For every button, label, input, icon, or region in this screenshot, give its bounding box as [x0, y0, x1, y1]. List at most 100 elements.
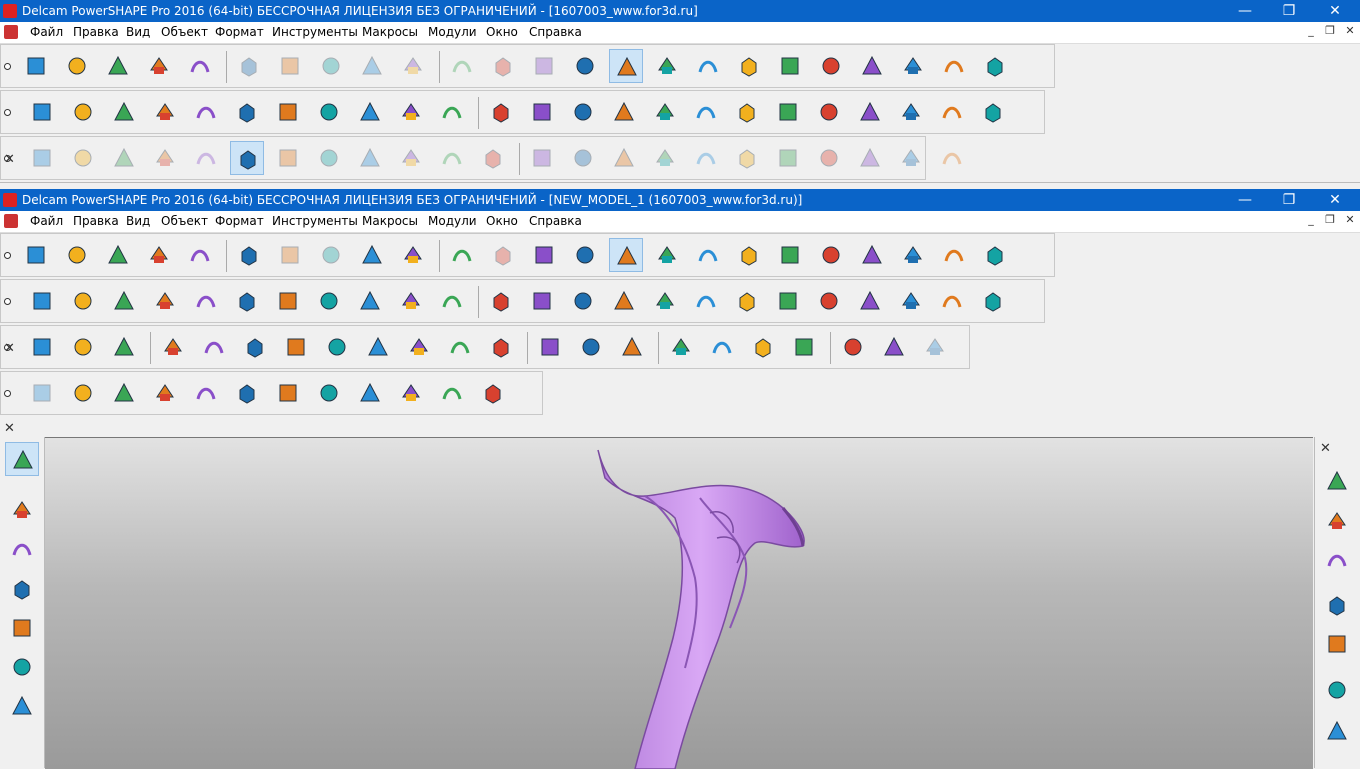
arrow-solid-button[interactable] — [533, 330, 567, 364]
arrow-red-button[interactable] — [574, 330, 608, 364]
curve-15-button[interactable] — [648, 141, 682, 175]
menu-macros[interactable]: Макросы — [362, 214, 418, 228]
stripes-button[interactable] — [648, 95, 682, 129]
move-button[interactable] — [230, 95, 264, 129]
cut-button[interactable] — [232, 49, 266, 83]
workplane-button[interactable] — [568, 49, 602, 83]
select-arrow-button[interactable] — [5, 442, 39, 476]
arc-button[interactable] — [732, 49, 766, 83]
edit-pencil-button[interactable] — [527, 238, 561, 272]
plane-button[interactable] — [5, 611, 39, 645]
slice-button[interactable] — [361, 330, 395, 364]
rotate-solid-button[interactable] — [148, 376, 182, 410]
mdi-restore-button[interactable]: ❐ — [1321, 213, 1339, 229]
fillet-button[interactable] — [443, 330, 477, 364]
select-box-button[interactable] — [25, 330, 59, 364]
edit-pencil-button[interactable] — [527, 49, 561, 83]
box-button[interactable] — [394, 284, 428, 318]
stack-button[interactable] — [812, 95, 846, 129]
warning-button[interactable] — [25, 284, 59, 318]
stairs-button[interactable] — [320, 330, 354, 364]
curve-19-button[interactable] — [812, 141, 846, 175]
crosshair-button[interactable] — [5, 689, 39, 723]
edit-face-button[interactable] — [705, 330, 739, 364]
box-button[interactable] — [394, 95, 428, 129]
stack-button[interactable] — [812, 284, 846, 318]
cone-button[interactable] — [484, 330, 518, 364]
mdi-restore-button[interactable]: ❐ — [1321, 24, 1339, 40]
extrude-button[interactable] — [197, 330, 231, 364]
paint-button[interactable] — [66, 95, 100, 129]
toolbar-grip[interactable] — [4, 53, 11, 79]
menu-window[interactable]: Окно — [486, 214, 518, 228]
connect-button[interactable] — [148, 95, 182, 129]
cubes-button[interactable] — [312, 284, 346, 318]
shading-button[interactable] — [607, 284, 641, 318]
wave-button[interactable] — [353, 376, 387, 410]
transform-button[interactable] — [189, 284, 223, 318]
maximize-button[interactable]: ❐ — [1266, 0, 1312, 22]
cut-button[interactable] — [232, 238, 266, 272]
merge-button[interactable] — [279, 330, 313, 364]
connect-button[interactable] — [148, 284, 182, 318]
document-icon[interactable] — [4, 214, 18, 228]
teal-tri-button[interactable] — [771, 284, 805, 318]
pyramid-button[interactable] — [156, 330, 190, 364]
curve-14-button[interactable] — [607, 141, 641, 175]
undo-button[interactable] — [445, 238, 479, 272]
curve-9-button[interactable] — [394, 141, 428, 175]
menu-modules[interactable]: Модули — [428, 25, 477, 39]
rainbow-button[interactable] — [976, 95, 1010, 129]
delete-button[interactable] — [396, 49, 430, 83]
app-icon[interactable] — [3, 193, 17, 207]
menu-file[interactable]: Файл — [30, 25, 63, 39]
mdi-minimize-button[interactable]: _ — [1302, 213, 1320, 229]
import-solid-button[interactable] — [107, 376, 141, 410]
erase-button[interactable] — [355, 49, 389, 83]
menu-help[interactable]: Справка — [529, 25, 582, 39]
paste-button[interactable] — [314, 49, 348, 83]
curve-2-button[interactable] — [107, 141, 141, 175]
copy-button[interactable] — [273, 238, 307, 272]
graphics-viewport[interactable] — [45, 437, 1313, 769]
toolbar-grip[interactable] — [4, 242, 11, 268]
new-file-button[interactable] — [19, 49, 53, 83]
save-button[interactable] — [142, 238, 176, 272]
menu-tools[interactable]: Инструменты — [272, 25, 358, 39]
surface-button[interactable] — [814, 238, 848, 272]
open-folder-button[interactable] — [60, 238, 94, 272]
cubes-button[interactable] — [312, 95, 346, 129]
menu-tools[interactable]: Инструменты — [272, 214, 358, 228]
z-button[interactable] — [787, 330, 821, 364]
red-green-button[interactable] — [689, 284, 723, 318]
curve-4-button[interactable] — [189, 141, 223, 175]
workplane-multi-button[interactable] — [5, 532, 39, 566]
star-button[interactable] — [877, 330, 911, 364]
close-button[interactable]: ✕ — [1312, 189, 1358, 211]
red-green-button[interactable] — [689, 95, 723, 129]
curve-20-button[interactable] — [853, 141, 887, 175]
shaded-cube-button[interactable] — [1320, 588, 1354, 622]
surface-button[interactable] — [814, 49, 848, 83]
paste-button[interactable] — [314, 238, 348, 272]
line-button[interactable] — [650, 238, 684, 272]
copy-button[interactable] — [273, 49, 307, 83]
zoom-history-button[interactable] — [1320, 714, 1354, 748]
workplane-axis-button[interactable] — [5, 493, 39, 527]
menu-view[interactable]: Вид — [126, 25, 150, 39]
colour-button[interactable] — [566, 95, 600, 129]
info-button[interactable] — [525, 284, 559, 318]
rotate-button[interactable] — [271, 95, 305, 129]
mdi-minimize-button[interactable]: _ — [1302, 24, 1320, 40]
curve-7-button[interactable] — [312, 141, 346, 175]
calculator-button[interactable] — [484, 284, 518, 318]
menu-edit[interactable]: Правка — [73, 25, 119, 39]
wizard-button[interactable] — [978, 49, 1012, 83]
sphere-button[interactable] — [402, 330, 436, 364]
curve-13-button[interactable] — [566, 141, 600, 175]
colour-button[interactable] — [566, 284, 600, 318]
undo-view-button[interactable] — [1320, 673, 1354, 707]
curve-18-button[interactable] — [771, 141, 805, 175]
tools-gear-button[interactable] — [937, 49, 971, 83]
move-button[interactable] — [230, 284, 264, 318]
